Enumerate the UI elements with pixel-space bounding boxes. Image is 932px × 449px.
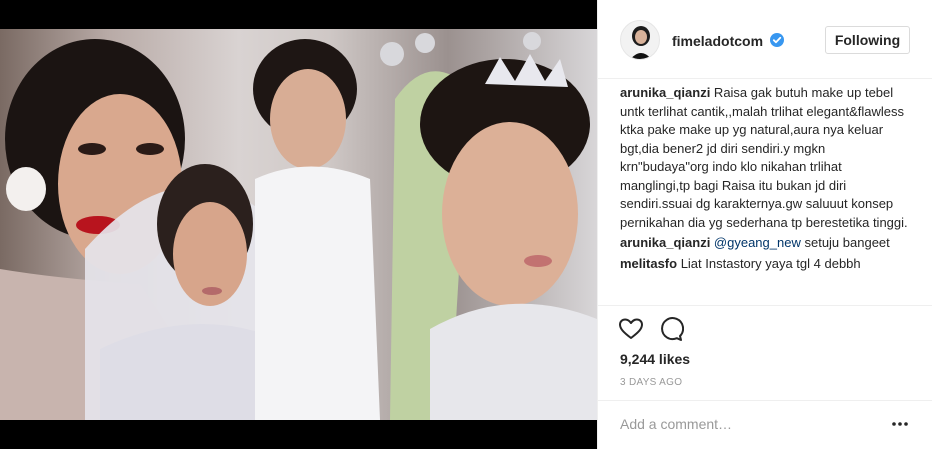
- account-username[interactable]: fimeladotcom: [672, 33, 763, 49]
- comment-item: melitasfo Liat Instastory yaya tgl 4 deb…: [620, 255, 912, 274]
- post-photo[interactable]: [0, 29, 597, 420]
- likes-count[interactable]: 9,244 likes: [620, 351, 690, 367]
- more-options-icon[interactable]: [890, 418, 910, 430]
- comment-item: arunika_qianzi @gyeang_new setuju bangee…: [620, 234, 912, 253]
- comment-list: arunika_qianzi Raisa gak butuh make up t…: [620, 84, 912, 305]
- comment-icon[interactable]: [658, 316, 684, 342]
- comment-username[interactable]: arunika_qianzi: [620, 85, 710, 100]
- post-timestamp: 3 DAYS AGO: [620, 377, 683, 388]
- wedding-collage-image: [0, 32, 597, 420]
- comment-mention[interactable]: @gyeang_new: [710, 235, 801, 250]
- comment-item: arunika_qianzi Raisa gak butuh make up t…: [620, 84, 912, 232]
- avatar-image: [630, 26, 652, 59]
- avatar[interactable]: [620, 20, 660, 60]
- following-button[interactable]: Following: [825, 26, 910, 54]
- actions-divider: [598, 305, 932, 306]
- comment-text: setuju bangeet: [800, 235, 890, 250]
- verified-badge-icon: [770, 33, 784, 47]
- comment-username[interactable]: arunika_qianzi: [620, 235, 710, 250]
- comment-text: Liat Instastory yaya tgl 4 debbh: [677, 255, 861, 271]
- comment-username[interactable]: melitasfo: [620, 256, 677, 271]
- add-comment-input[interactable]: [620, 414, 880, 434]
- post-media: [0, 0, 597, 449]
- post-details-panel: fimeladotcom Following arunika_qianzi Ra…: [597, 0, 932, 449]
- heart-icon[interactable]: [618, 316, 644, 342]
- comment-text: Raisa gak butuh make up tebel untk terli…: [620, 85, 908, 230]
